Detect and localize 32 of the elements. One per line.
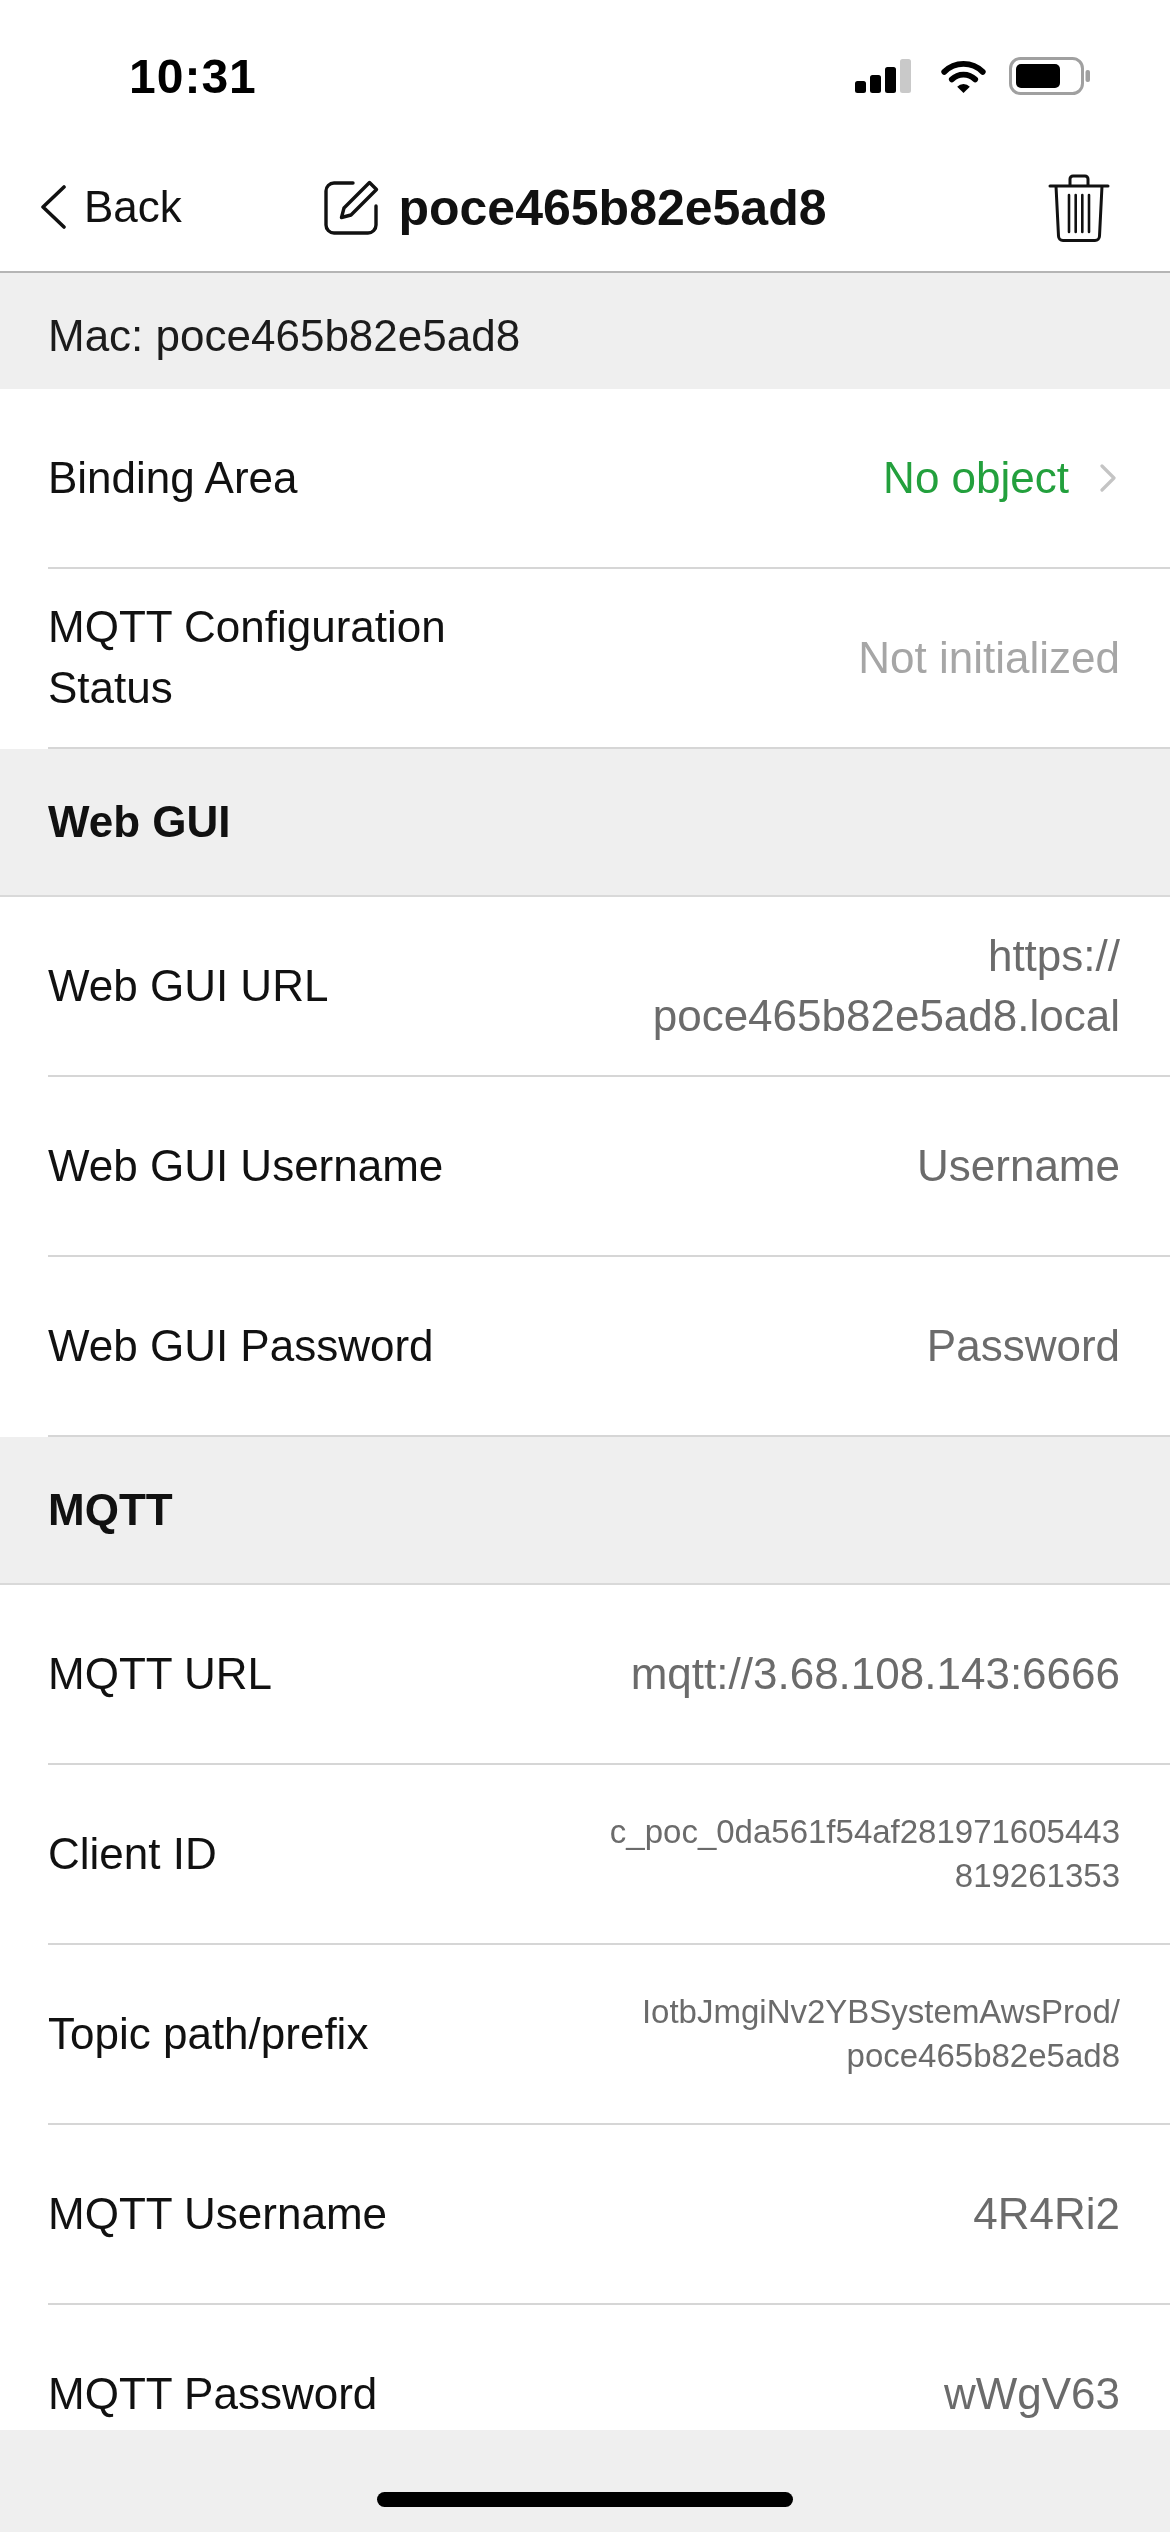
setting-label: Client ID (48, 1827, 217, 1880)
setting-label: MQTT Password (48, 2367, 378, 2420)
setting-label: Web GUI Username (48, 1139, 444, 1192)
setting-value: Username (917, 1140, 1120, 1193)
battery-icon (1009, 57, 1091, 95)
setting-value: c_poc_0da561f54af281971605443819261353 (608, 1811, 1120, 1896)
setting-value: https://poce465b82e5ad8.local (651, 930, 1120, 1042)
wifi-icon (939, 58, 988, 94)
setting-label: Web GUI Password (48, 1319, 434, 1372)
setting-value: wWgV63 (943, 2368, 1120, 2421)
edit-icon[interactable] (322, 178, 381, 237)
status-value: Not initialized (858, 632, 1120, 685)
setting-value: mqtt://3.68.108.143:6666 (630, 1648, 1120, 1701)
setting-label: Binding Area (48, 451, 298, 504)
chevron-right-icon (1099, 464, 1117, 492)
status-time: 10:31 (129, 48, 257, 104)
section-header: Web GUI (0, 749, 1170, 897)
trash-icon[interactable] (1048, 172, 1110, 243)
back-button[interactable]: Back (39, 181, 182, 234)
setting-value: IotbJmgiNv2YBSystemAwsProd/poce465b82e5ad8 (640, 1991, 1120, 2076)
setting-label: Topic path/prefix (48, 2007, 369, 2060)
chevron-icon (39, 185, 67, 230)
signal-icon (855, 59, 913, 93)
page-title: poce465b82e5ad8 (398, 178, 827, 237)
mac-address-bar: Mac: poce465b82e5ad8 (0, 273, 1170, 389)
setting-value: Password (926, 1320, 1120, 1373)
setting-label: MQTT URL (48, 1647, 273, 1700)
setting-label: MQTT Configuration Status (48, 601, 447, 714)
setting-label: Web GUI URL (48, 959, 329, 1012)
section-header: MQTT (0, 1437, 1170, 1585)
setting-value: 4R4Ri2 (973, 2188, 1120, 2241)
setting-label: MQTT Username (48, 2187, 388, 2240)
